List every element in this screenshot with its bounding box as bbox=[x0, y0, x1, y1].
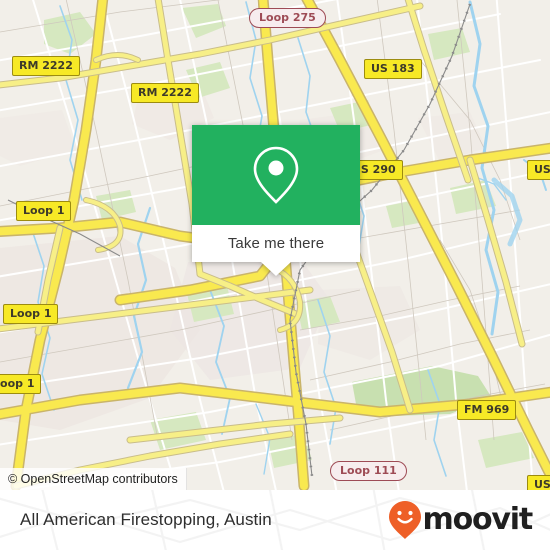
moovit-smiley-pin-icon bbox=[388, 501, 421, 539]
callout-tail-pointer bbox=[261, 262, 291, 276]
map-canvas[interactable]: .land { fill:#F2EFE9; } .built { fill:#E… bbox=[0, 0, 550, 490]
road-shield-loop1-b: Loop 1 bbox=[3, 304, 59, 324]
road-shield-us-right-top: US bbox=[527, 160, 550, 180]
moovit-logo[interactable]: moovit bbox=[388, 500, 534, 540]
road-shield-loop1-a: Loop 1 bbox=[16, 201, 72, 221]
location-callout-card[interactable]: Take me there bbox=[192, 125, 360, 276]
moovit-wordmark: moovit bbox=[422, 502, 534, 537]
road-shield-loop111: Loop 111 bbox=[330, 461, 407, 481]
osm-attribution[interactable]: © OpenStreetMap contributors bbox=[0, 468, 187, 490]
road-shield-loop1-c: Loop 1 bbox=[0, 374, 42, 394]
callout-pin-area bbox=[192, 125, 360, 225]
place-title: All American Firestopping, Austin bbox=[20, 510, 272, 529]
road-shield-us183: US 183 bbox=[364, 59, 422, 79]
map-screen: .land { fill:#F2EFE9; } .built { fill:#E… bbox=[0, 0, 550, 550]
callout-action-area[interactable]: Take me there bbox=[192, 225, 360, 262]
take-me-there-label: Take me there bbox=[227, 235, 325, 252]
road-shield-us-right-bottom: US bbox=[527, 475, 550, 490]
road-shield-rm2222-east: RM 2222 bbox=[131, 83, 199, 103]
road-shield-loop275: Loop 275 bbox=[249, 8, 326, 28]
location-pin-icon bbox=[253, 146, 299, 204]
road-shield-rm2222-west: RM 2222 bbox=[12, 56, 80, 76]
road-shield-fm969: FM 969 bbox=[457, 400, 517, 420]
footer-bar: All American Firestopping, Austin moovit bbox=[0, 490, 550, 550]
